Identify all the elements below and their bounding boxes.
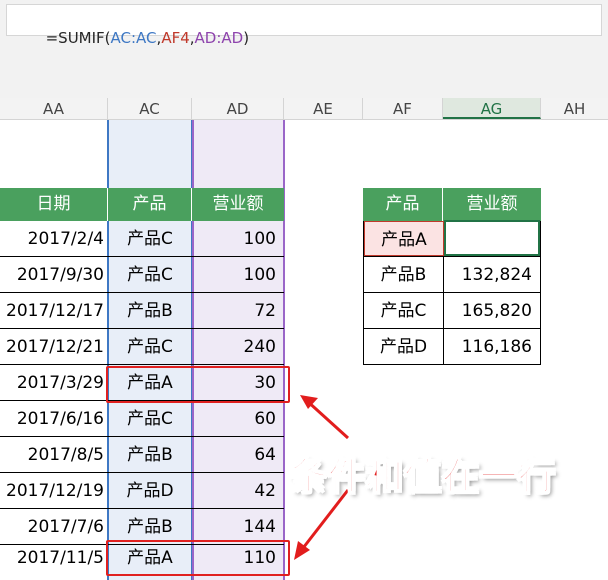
arrow-down-icon <box>294 489 350 560</box>
summary-row: 产品B 132,824 <box>363 257 541 293</box>
product-cell[interactable]: 产品B <box>108 437 192 472</box>
revenue-cell[interactable]: 100 <box>192 221 284 256</box>
table-row: 2017/8/5 产品B 64 <box>0 437 284 473</box>
table-row: 2017/12/21 产品C 240 <box>0 329 284 365</box>
summary-product-cell[interactable]: 产品C <box>364 293 444 328</box>
table-row: 2017/9/30 产品C 100 <box>0 257 284 293</box>
arrow-up-icon <box>300 395 350 440</box>
date-cell[interactable]: 2017/11/5 <box>0 545 108 580</box>
revenue-cell[interactable]: 240 <box>192 329 284 364</box>
product-cell[interactable]: 产品C <box>108 257 192 292</box>
column-header-ae[interactable]: AE <box>284 98 363 119</box>
date-cell[interactable]: 2017/12/19 <box>0 473 108 508</box>
revenue-cell[interactable]: 72 <box>192 293 284 328</box>
product-cell[interactable]: 产品D <box>108 473 192 508</box>
highlight-box-row-a2 <box>106 540 290 576</box>
formula-part-sum-range: AD:AD <box>194 29 244 47</box>
column-header-ag[interactable]: AG <box>443 98 541 119</box>
product-cell[interactable]: 产品C <box>108 329 192 364</box>
summary-row: 产品D 116,186 <box>363 329 541 365</box>
formula-part-func: =SUMIF( <box>45 29 111 47</box>
date-cell[interactable]: 2017/12/21 <box>0 329 108 364</box>
summary-row: 产品A <box>363 220 541 257</box>
header-revenue[interactable]: 营业额 <box>192 188 284 221</box>
formula-part-close: ) <box>243 29 250 47</box>
product-cell[interactable]: 产品B <box>108 509 192 544</box>
formula-bar-area: =SUMIF(AC:AC,AF4,AD:AD) <box>0 0 608 98</box>
revenue-cell[interactable]: 64 <box>192 437 284 472</box>
summary-revenue-cell[interactable]: 132,824 <box>444 257 540 292</box>
summary-product-cell[interactable]: 产品B <box>364 257 444 292</box>
formula-text: =SUMIF(AC:AC,AF4,AD:AD) <box>17 11 249 65</box>
date-cell[interactable]: 2017/3/29 <box>0 365 108 400</box>
highlight-box-row-a1 <box>106 366 290 403</box>
column-header-aa[interactable]: AA <box>0 98 108 119</box>
product-cell[interactable]: 产品C <box>108 401 192 436</box>
column-header-row: AA AC AD AE AF AG AH <box>0 98 608 120</box>
summary-revenue-cell[interactable]: 165,820 <box>444 293 540 328</box>
date-cell[interactable]: 2017/12/17 <box>0 293 108 328</box>
revenue-cell[interactable]: 42 <box>192 473 284 508</box>
table-row: 2017/12/17 产品B 72 <box>0 293 284 329</box>
summary-header-revenue[interactable]: 营业额 <box>443 188 541 221</box>
date-cell[interactable]: 2017/6/16 <box>0 401 108 436</box>
date-cell[interactable]: 2017/9/30 <box>0 257 108 292</box>
header-product[interactable]: 产品 <box>108 188 192 221</box>
summary-header-product[interactable]: 产品 <box>363 188 443 221</box>
table-row: 2017/2/4 产品C 100 <box>0 221 284 257</box>
header-date[interactable]: 日期 <box>0 188 108 221</box>
table-row: 2017/6/16 产品C 60 <box>0 401 284 437</box>
summary-product-cell-criteria[interactable]: 产品A <box>364 221 444 256</box>
column-header-ac[interactable]: AC <box>108 98 192 119</box>
date-cell[interactable]: 2017/2/4 <box>0 221 108 256</box>
summary-row: 产品C 165,820 <box>363 293 541 329</box>
date-cell[interactable]: 2017/8/5 <box>0 437 108 472</box>
column-header-ah[interactable]: AH <box>541 98 608 119</box>
table-row: 2017/12/19 产品D 42 <box>0 473 284 509</box>
formula-part-criteria: AF4 <box>161 29 190 47</box>
revenue-cell[interactable]: 100 <box>192 257 284 292</box>
revenue-cell[interactable]: 60 <box>192 401 284 436</box>
formula-input[interactable]: =SUMIF(AC:AC,AF4,AD:AD) <box>6 4 602 47</box>
column-header-af[interactable]: AF <box>363 98 443 119</box>
revenue-cell[interactable]: 144 <box>192 509 284 544</box>
summary-revenue-cell[interactable]: 116,186 <box>444 329 540 364</box>
annotation-callout: 条件和值在一行 <box>289 454 556 499</box>
column-header-ad[interactable]: AD <box>192 98 284 119</box>
summary-product-cell[interactable]: 产品D <box>364 329 444 364</box>
date-cell[interactable]: 2017/7/6 <box>0 509 108 544</box>
product-cell[interactable]: 产品C <box>108 221 192 256</box>
product-cell[interactable]: 产品B <box>108 293 192 328</box>
formula-part-range: AC:AC <box>110 29 157 47</box>
summary-active-cell[interactable] <box>444 220 540 256</box>
